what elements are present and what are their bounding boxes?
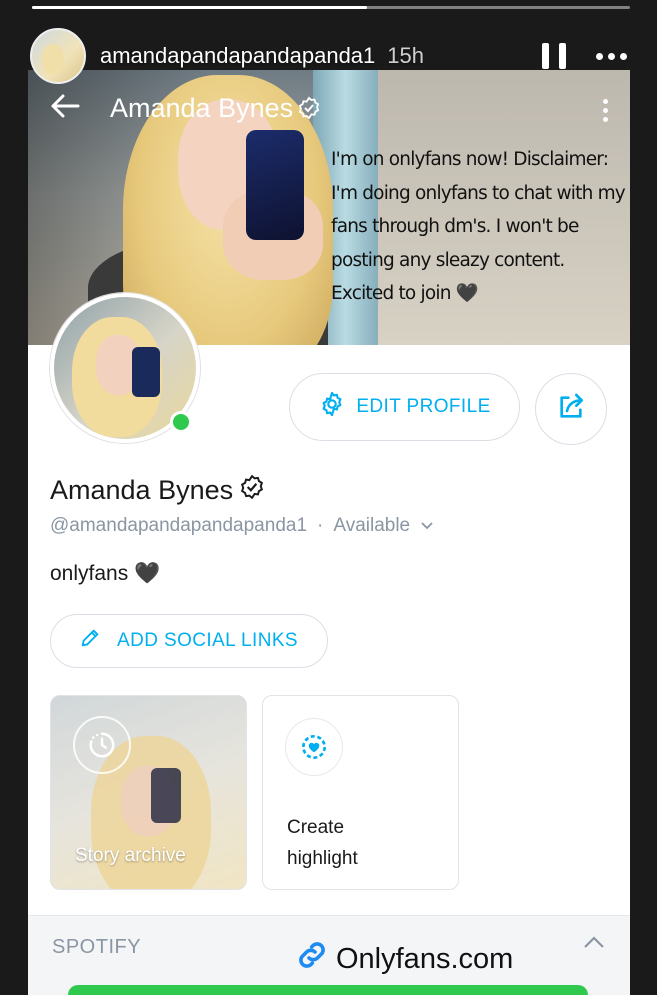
- story-header: amandapandapandapanda1 15h: [30, 26, 627, 86]
- story-archive-highlight[interactable]: Story archive: [50, 695, 247, 890]
- availability-status[interactable]: Available: [333, 515, 410, 537]
- share-button[interactable]: [535, 373, 607, 445]
- story-caption-text: I'm on onlyfans now! Disclaimer: I'm doi…: [331, 149, 626, 304]
- pause-icon[interactable]: [542, 43, 566, 69]
- handle-row: @amandapandapandapanda1 · Available: [50, 515, 434, 537]
- profile-handle: @amandapandapandapanda1: [50, 515, 308, 536]
- story-avatar[interactable]: [30, 28, 86, 84]
- profile-header-title: Amanda Bynes: [110, 93, 321, 127]
- back-arrow-icon[interactable]: [50, 93, 90, 127]
- story-time: 15h: [387, 43, 424, 68]
- profile-screenshot: Amanda Bynes I'm on onlyfans now! Discla…: [28, 70, 630, 995]
- profile-name-text: Amanda Bynes: [50, 475, 234, 505]
- profile-name: Amanda Bynes: [50, 474, 265, 507]
- link-sticker[interactable]: Onlyfans.com: [294, 937, 513, 981]
- profile-bio: onlyfans 🖤: [50, 562, 161, 585]
- chevron-up-icon[interactable]: [582, 934, 606, 955]
- profile-header-name: Amanda Bynes: [110, 93, 294, 123]
- add-social-links-label: ADD SOCIAL LINKS: [117, 630, 298, 651]
- chevron-down-icon[interactable]: [420, 515, 434, 537]
- kebab-menu-icon[interactable]: [603, 98, 608, 122]
- highlight-heart-icon: [285, 718, 343, 776]
- edit-profile-label: EDIT PROFILE: [356, 396, 491, 417]
- gear-icon: [318, 390, 346, 424]
- story-archive-label: Story archive: [75, 845, 186, 866]
- add-social-links-button[interactable]: ADD SOCIAL LINKS: [50, 614, 328, 668]
- verified-badge-icon: [239, 474, 265, 507]
- spotify-label: SPOTIFY: [52, 936, 142, 958]
- edit-profile-button[interactable]: EDIT PROFILE: [289, 373, 520, 441]
- link-icon: [294, 937, 330, 981]
- online-status-dot: [170, 411, 192, 433]
- pencil-icon: [79, 627, 101, 655]
- verified-badge-icon: [297, 96, 321, 127]
- more-dots-icon[interactable]: [596, 52, 627, 60]
- story-progress-bar: [32, 6, 630, 9]
- link-sticker-text: Onlyfans.com: [336, 942, 514, 975]
- story-username[interactable]: amandapandapandapanda1: [100, 43, 375, 69]
- story-progress-fill: [32, 6, 367, 9]
- create-highlight-button[interactable]: Create highlight: [262, 695, 459, 890]
- share-icon: [555, 391, 587, 428]
- spotify-connect-bar[interactable]: [68, 985, 588, 995]
- create-highlight-label: Create highlight: [287, 817, 358, 869]
- clock-history-icon: [73, 716, 131, 774]
- separator-dot: ·: [317, 515, 324, 536]
